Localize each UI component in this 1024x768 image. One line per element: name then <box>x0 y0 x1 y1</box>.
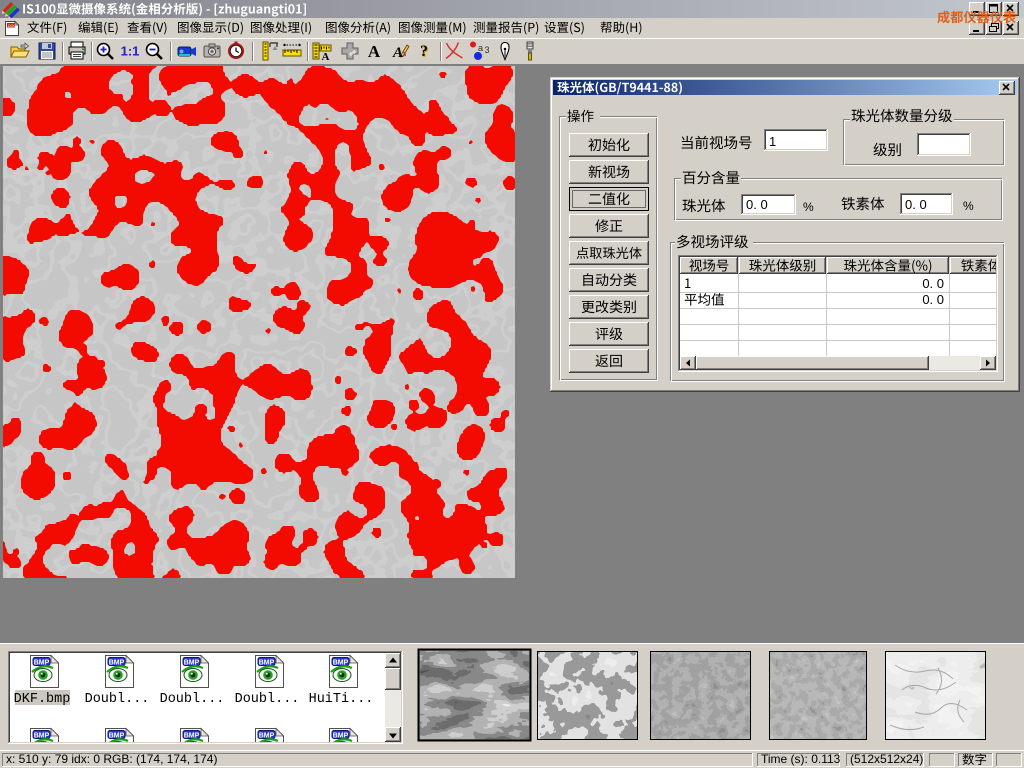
svg-text:x: 510 y: 79 idx: 0 RGB: (17: x: 510 y: 79 idx: 0 RGB: (174, 174, 174) <box>6 752 217 766</box>
svg-text:Doubl...: Doubl... <box>235 692 300 707</box>
svg-text:Doubl...: Doubl... <box>85 692 150 707</box>
svg-text:HuiTi...: HuiTi... <box>309 692 374 707</box>
svg-text:A: A <box>368 42 381 61</box>
svg-text:DKF.bmp: DKF.bmp <box>14 692 71 707</box>
svg-text:1: 1 <box>769 134 776 149</box>
svg-text:3: 3 <box>485 45 490 55</box>
svg-text:a: a <box>478 43 483 53</box>
svg-text:0. 0: 0. 0 <box>746 197 768 212</box>
svg-text:0. 0: 0. 0 <box>922 292 944 307</box>
svg-text:%: % <box>803 200 814 214</box>
svg-text:?: ? <box>420 43 428 60</box>
svg-text:DOC: DOC <box>8 24 16 28</box>
svg-text:(512x512x24): (512x512x24) <box>850 752 923 766</box>
svg-text:A: A <box>392 45 403 61</box>
svg-text:1:1: 1:1 <box>121 44 140 59</box>
svg-text:%: % <box>963 199 974 213</box>
svg-text:Doubl...: Doubl... <box>160 692 225 707</box>
svg-text:0. 0: 0. 0 <box>922 276 944 291</box>
svg-text:Time (s): 0.113: Time (s): 0.113 <box>761 752 841 766</box>
svg-text:A: A <box>322 51 330 63</box>
svg-text:0. 0: 0. 0 <box>905 197 927 212</box>
